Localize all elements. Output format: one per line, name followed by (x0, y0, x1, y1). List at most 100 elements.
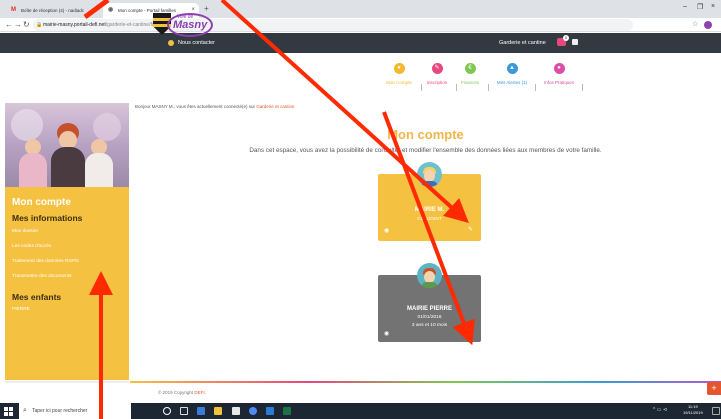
sidebar: Mon compte Mes informations Mon dossier … (5, 103, 129, 380)
avatar-body (421, 181, 438, 187)
sidebar-heading-info: Mes informations (12, 213, 83, 223)
member-avatar (417, 263, 442, 288)
floating-add-button[interactable]: + (707, 382, 721, 395)
family-member-card[interactable]: MAIRIE M. CONJOINT ◉ ✎ (378, 162, 481, 241)
menu-label: Mes Alertes (1) (496, 80, 528, 85)
menu-item-finances[interactable]: € Finances (450, 63, 490, 85)
contact-label: Nous contacter (178, 40, 215, 46)
notification-icon[interactable] (712, 407, 720, 415)
person-body (51, 147, 85, 187)
finances-icon: € (464, 63, 476, 74)
menu-separator (582, 84, 583, 91)
excel-icon[interactable] (283, 407, 291, 415)
sidebar-link-rgpd[interactable]: Traitement des données RGPD (12, 259, 79, 264)
sidebar-link-dossier[interactable]: Mon dossier (12, 229, 38, 234)
breadcrumb-text: Bonjour MASNY M., vous êtes actuellement… (135, 104, 255, 109)
member-avatar (417, 162, 442, 187)
menu-item-alertes[interactable]: ▲ Mes Alertes (1) (492, 63, 532, 85)
minimize-icon[interactable]: – (683, 3, 687, 10)
balloon (11, 109, 43, 141)
member-name: MAIRIE M. (414, 207, 445, 213)
site-header (0, 53, 721, 103)
gmail-icon: M (11, 7, 16, 13)
logout-icon[interactable] (572, 39, 578, 45)
clock-date: 19/11/2019 (683, 410, 703, 415)
back-icon[interactable]: ← (5, 19, 13, 31)
sidebar-link-codes[interactable]: Les codes d'accès (12, 244, 51, 249)
word-icon[interactable] (266, 407, 274, 415)
edit-pencil-icon[interactable]: ✎ (468, 226, 473, 233)
start-quad (4, 407, 8, 411)
balloon (93, 113, 121, 141)
menu-label: Finances (460, 80, 480, 85)
sidebar-link-child[interactable]: PIERRE (12, 307, 30, 312)
footer-color-bar (130, 381, 721, 383)
camera-icon[interactable]: ◉ (384, 330, 389, 337)
family-photo (5, 103, 129, 187)
copyright: © 2019 Copyright DEFI. (158, 390, 206, 395)
maximize-icon[interactable]: ❐ (697, 3, 703, 11)
system-tray-icons[interactable]: ^ ▭ ⊲ (653, 407, 667, 413)
close-icon[interactable]: × (94, 3, 98, 18)
member-name: MAIRIE PIERRE (406, 306, 452, 312)
member-role: CONJOINT (417, 217, 442, 222)
cart-count-badge: 0 (563, 35, 569, 41)
browser-tab-gmail[interactable]: M Boîte de réception (4) - nadiadc × (6, 3, 102, 18)
bookmark-star-icon[interactable]: ☆ (692, 20, 698, 28)
address-bar-row: ← → ↻ 🔒 mairie-masny.portail-defi.net/ga… (0, 18, 721, 32)
close-window-icon[interactable]: × (711, 3, 715, 10)
taskbar-search-input[interactable]: ⌕ Taper ici pour rechercher (19, 403, 131, 419)
taskbar-clock[interactable]: 11:19 19/11/2019 (683, 404, 703, 416)
page-icon: ◉ (108, 7, 114, 13)
account-icon: ● (393, 63, 405, 74)
child-body (85, 153, 113, 187)
footer-line (5, 381, 129, 383)
breadcrumb-site-link[interactable]: Garderie et cantine (256, 104, 294, 109)
windows-start-icon[interactable] (4, 407, 13, 416)
avatar-body (421, 282, 438, 288)
url-input[interactable]: 🔒 mairie-masny.portail-defi.net/garderie… (33, 19, 633, 31)
profile-avatar[interactable] (704, 21, 712, 29)
reload-icon[interactable]: ↻ (23, 19, 30, 31)
family-member-card[interactable]: MAIRIE PIERRE 01/01/2016 3 ans et 10 moi… (378, 263, 481, 342)
page-description: Dans cet espace, vous avez la possibilit… (249, 147, 602, 154)
info-icon: ● (553, 63, 565, 74)
lock-icon: 🔒 (36, 22, 43, 28)
member-birthdate: 01/01/2016 (417, 315, 442, 320)
menu-item-infos[interactable]: ● Infos Pratiques (539, 63, 579, 85)
store-icon[interactable] (214, 407, 222, 415)
camera-icon[interactable]: ◉ (384, 227, 389, 234)
cortana-icon[interactable] (163, 407, 171, 415)
browser-tab-bar: M Boîte de réception (4) - nadiadc × ◉ M… (0, 0, 721, 18)
site-top-bar: Nous contacter Garderie et cantine 0 (0, 33, 721, 53)
page-title: Mon compte (387, 127, 464, 142)
edit-pencil-icon[interactable]: ✎ (468, 329, 473, 336)
service-label: Garderie et cantine (499, 40, 546, 46)
breadcrumb: Bonjour MASNY M., vous êtes actuellement… (135, 104, 295, 109)
menu-item-mon-compte[interactable]: ● Mon Compte (379, 63, 419, 85)
sidebar-link-documents[interactable]: Transmettre des documents (12, 274, 72, 279)
mail-icon[interactable] (232, 407, 240, 415)
start-quad (4, 412, 8, 416)
start-quad (9, 407, 13, 411)
chrome-icon[interactable] (249, 407, 257, 415)
masny-logo[interactable]: Ville de Masny (153, 10, 213, 40)
menu-separator (488, 84, 489, 91)
forward-icon[interactable]: → (14, 19, 22, 31)
menu-separator (535, 84, 536, 91)
calendar-icon[interactable] (197, 407, 205, 415)
start-quad (9, 412, 13, 416)
windows-taskbar: ⌕ Taper ici pour rechercher ^ ▭ ⊲ 11:19 … (0, 403, 721, 419)
copyright-brand-link[interactable]: DEFI. (194, 390, 206, 395)
task-view-icon[interactable] (180, 407, 188, 415)
tab-label: Boîte de réception (4) - nadiadc (21, 8, 85, 13)
contact-icon (168, 40, 174, 46)
menu-separator (456, 84, 457, 91)
search-icon: ⌕ (23, 407, 27, 414)
menu-separator (421, 84, 422, 91)
child-body (19, 153, 47, 187)
sidebar-heading-children: Mes enfants (12, 292, 62, 302)
alert-icon: ▲ (506, 63, 518, 74)
sidebar-title: Mon compte (12, 197, 71, 208)
menu-label: Mon Compte (386, 80, 412, 85)
